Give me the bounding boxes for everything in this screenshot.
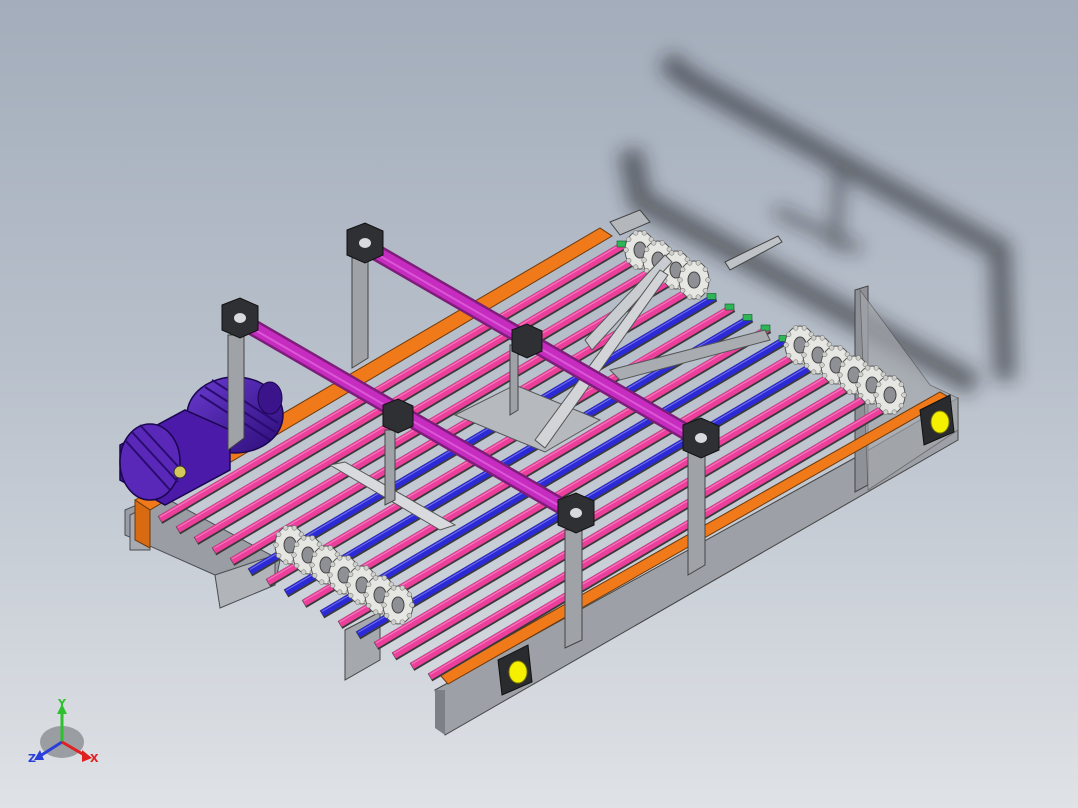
cad-viewport[interactable]: Y Z X <box>0 0 1078 808</box>
y-axis-label: Y <box>57 697 67 710</box>
roller-straps <box>157 240 898 682</box>
strap-clip <box>742 314 753 321</box>
strap <box>427 398 898 682</box>
strap-clip <box>706 293 717 300</box>
strap <box>409 387 880 671</box>
z-axis-label: Z <box>28 752 36 765</box>
x-axis-label: X <box>90 752 99 765</box>
strap-clip <box>616 240 627 248</box>
conveyor-model-canvas[interactable]: Y Z X <box>0 0 1078 808</box>
strap-clip <box>724 303 735 311</box>
coordinate-triad: Y Z X <box>28 697 99 765</box>
